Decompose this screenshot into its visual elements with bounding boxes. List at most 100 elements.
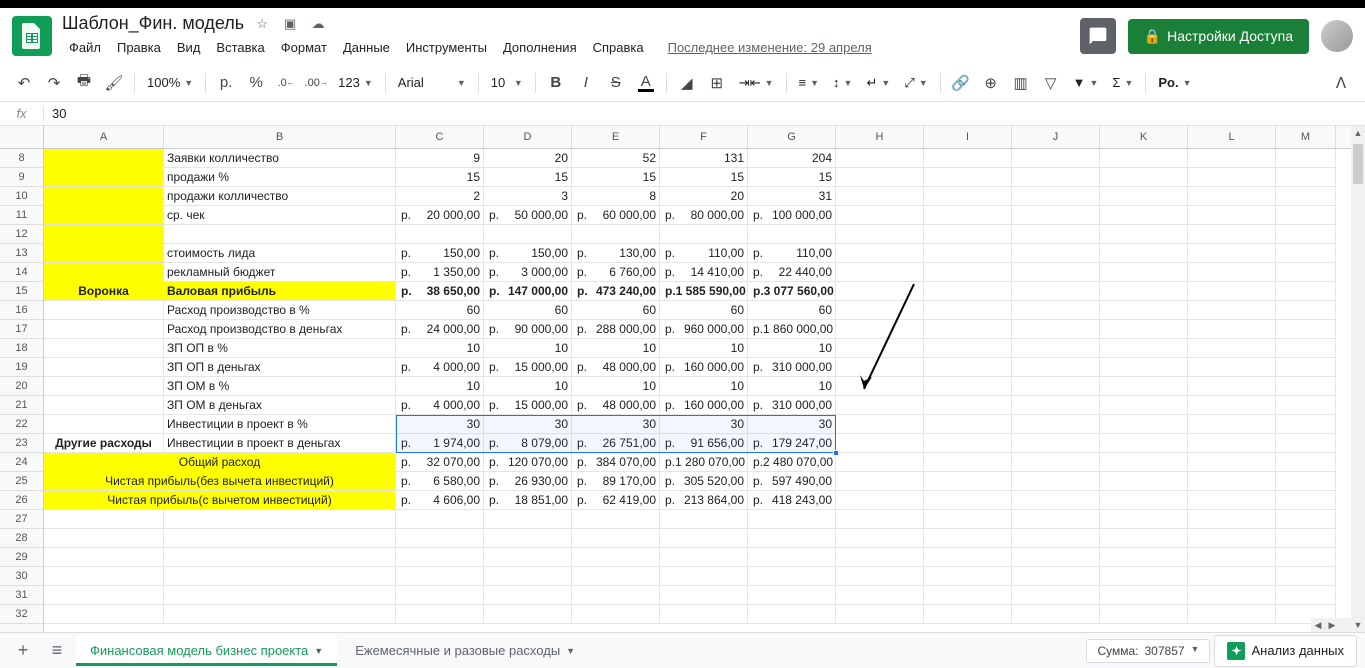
cell[interactable] xyxy=(1100,396,1188,415)
cell[interactable]: p.120 070,00 xyxy=(484,453,572,472)
cell[interactable]: 10 xyxy=(572,339,660,358)
cell[interactable]: p.18 851,00 xyxy=(484,491,572,510)
row-header[interactable]: 23 xyxy=(0,434,43,453)
row-header[interactable]: 18 xyxy=(0,339,43,358)
cell[interactable] xyxy=(1012,358,1100,377)
collapse-toolbar-button[interactable]: ᐱ xyxy=(1327,69,1355,97)
row-header[interactable]: 22 xyxy=(0,415,43,434)
cell[interactable] xyxy=(44,605,164,624)
cell[interactable] xyxy=(1012,301,1100,320)
cell[interactable]: 20 xyxy=(484,149,572,168)
cell[interactable] xyxy=(1188,282,1276,301)
row-header[interactable]: 9 xyxy=(0,168,43,187)
cell[interactable] xyxy=(1188,548,1276,567)
cell[interactable]: p.60 000,00 xyxy=(572,206,660,225)
chevron-down-icon[interactable]: ▼ xyxy=(566,646,575,656)
col-header-J[interactable]: J xyxy=(1012,126,1100,148)
cell[interactable]: p.8 079,00 xyxy=(484,434,572,453)
cell[interactable]: ЗП ОМ в деньгах xyxy=(164,396,396,415)
cell[interactable] xyxy=(660,605,748,624)
cell[interactable] xyxy=(44,567,164,586)
cell[interactable] xyxy=(1276,377,1336,396)
cell[interactable] xyxy=(1100,225,1188,244)
row-header[interactable]: 29 xyxy=(0,548,43,567)
cell[interactable]: 131 xyxy=(660,149,748,168)
cell[interactable] xyxy=(836,567,924,586)
cell[interactable] xyxy=(1188,377,1276,396)
undo-button[interactable]: ↶ xyxy=(10,69,38,97)
cell[interactable] xyxy=(1276,396,1336,415)
cell[interactable] xyxy=(1100,472,1188,491)
comment-button[interactable]: ⊕ xyxy=(977,69,1005,97)
col-header-M[interactable]: M xyxy=(1276,126,1336,148)
cell[interactable] xyxy=(396,567,484,586)
cell[interactable] xyxy=(836,206,924,225)
add-sheet-button[interactable]: + xyxy=(8,636,38,666)
cell[interactable]: 20 xyxy=(660,187,748,206)
cell[interactable]: p.1 280 070,00 xyxy=(660,453,748,472)
cell[interactable]: p.90 000,00 xyxy=(484,320,572,339)
text-rotation-button[interactable]: ⤢▼ xyxy=(898,70,933,96)
cell[interactable] xyxy=(1012,605,1100,624)
col-header-A[interactable]: A xyxy=(44,126,164,148)
row-header[interactable]: 12 xyxy=(0,225,43,244)
cell[interactable]: ЗП ОП в % xyxy=(164,339,396,358)
cell[interactable] xyxy=(1012,263,1100,282)
cloud-icon[interactable]: ☁ xyxy=(308,16,328,32)
cell[interactable] xyxy=(1012,187,1100,206)
cell[interactable]: p.288 000,00 xyxy=(572,320,660,339)
cell[interactable] xyxy=(1276,358,1336,377)
menu-инструменты[interactable]: Инструменты xyxy=(399,36,494,59)
row-header[interactable]: 28 xyxy=(0,529,43,548)
cell[interactable] xyxy=(924,358,1012,377)
cell[interactable] xyxy=(1188,434,1276,453)
cell[interactable]: Инвестиции в проект в деньгах xyxy=(164,434,396,453)
cell[interactable] xyxy=(836,358,924,377)
cell[interactable]: 30 xyxy=(748,415,836,434)
cell[interactable] xyxy=(748,548,836,567)
cell[interactable]: 15 xyxy=(484,168,572,187)
cell[interactable] xyxy=(1012,586,1100,605)
cell[interactable]: p.150,00 xyxy=(484,244,572,263)
cell[interactable]: ср. чек xyxy=(164,206,396,225)
row-header[interactable]: 15 xyxy=(0,282,43,301)
cell[interactable]: p.1 974,00 xyxy=(396,434,484,453)
cell[interactable]: p.110,00 xyxy=(748,244,836,263)
cell[interactable]: p.24 000,00 xyxy=(396,320,484,339)
cell[interactable]: Чистая прибыль(без вычета инвестиций) xyxy=(44,472,396,491)
cell[interactable] xyxy=(1012,168,1100,187)
cell[interactable] xyxy=(748,567,836,586)
cell[interactable]: 10 xyxy=(748,339,836,358)
filter-button[interactable]: ▽ xyxy=(1037,69,1065,97)
cell[interactable] xyxy=(1100,301,1188,320)
col-header-D[interactable]: D xyxy=(484,126,572,148)
cell[interactable] xyxy=(836,529,924,548)
row-header[interactable]: 26 xyxy=(0,491,43,510)
sheets-logo[interactable] xyxy=(12,16,52,56)
cell[interactable] xyxy=(924,149,1012,168)
filter-views-button[interactable]: ▼▼ xyxy=(1067,70,1105,96)
cell[interactable]: p.26 751,00 xyxy=(572,434,660,453)
cell[interactable]: 8 xyxy=(572,187,660,206)
cell[interactable]: p.48 000,00 xyxy=(572,396,660,415)
cell[interactable] xyxy=(1100,491,1188,510)
cell[interactable] xyxy=(924,339,1012,358)
link-button[interactable]: 🔗 xyxy=(947,69,975,97)
last-edit-link[interactable]: Последнее изменение: 29 апреля xyxy=(661,36,879,59)
share-button[interactable]: 🔒 Настройки Доступа xyxy=(1128,19,1309,54)
cell[interactable] xyxy=(1100,206,1188,225)
cell[interactable] xyxy=(1188,415,1276,434)
number-format-select[interactable]: 123▼ xyxy=(332,70,379,96)
star-icon[interactable]: ☆ xyxy=(252,16,272,32)
cell[interactable] xyxy=(44,510,164,529)
cell[interactable] xyxy=(44,396,164,415)
cell[interactable]: p.6 760,00 xyxy=(572,263,660,282)
cell[interactable]: p.1 350,00 xyxy=(396,263,484,282)
cell[interactable]: 204 xyxy=(748,149,836,168)
redo-button[interactable]: ↷ xyxy=(40,69,68,97)
cell[interactable] xyxy=(836,244,924,263)
cell[interactable] xyxy=(44,263,164,282)
cell[interactable] xyxy=(1276,244,1336,263)
cell[interactable] xyxy=(924,396,1012,415)
cell[interactable] xyxy=(924,320,1012,339)
